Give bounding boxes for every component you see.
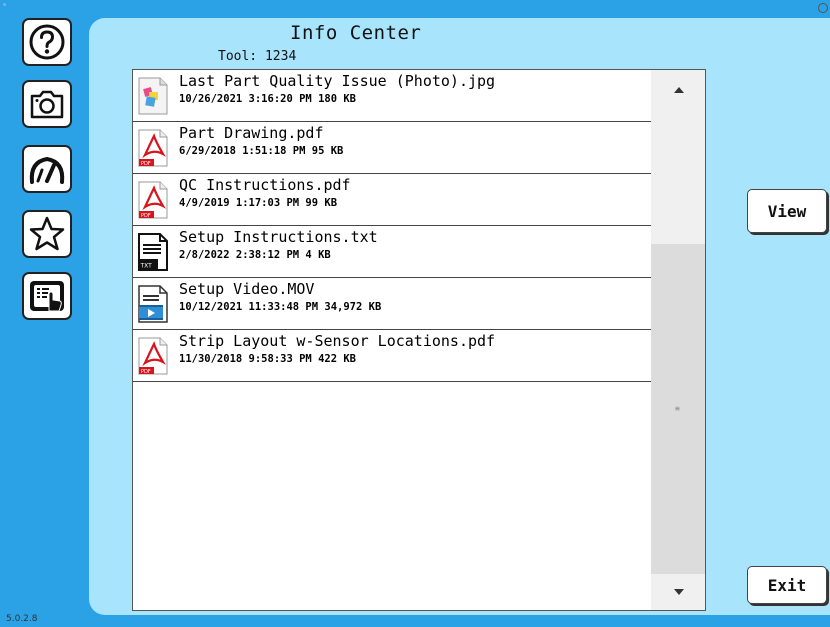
star-icon — [29, 216, 65, 251]
chevron-down-icon — [674, 589, 684, 595]
list-item-setup-instructions[interactable]: TXT Setup Instructions.txt 2/8/2022 2:38… — [133, 226, 651, 278]
gauge-button[interactable] — [22, 145, 72, 193]
svg-text:PDF: PDF — [141, 369, 151, 375]
grip-icon: ≡ — [675, 404, 680, 413]
page-title: Info Center — [290, 22, 422, 44]
image-file-icon — [138, 77, 168, 115]
favorites-button[interactable] — [22, 210, 72, 258]
touch-screen-button[interactable] — [22, 272, 72, 320]
help-button[interactable] — [22, 18, 72, 66]
pdf-file-icon: PDF — [138, 129, 168, 167]
list-item-photo[interactable]: Last Part Quality Issue (Photo).jpg 10/2… — [133, 70, 651, 122]
pdf-file-icon: PDF — [138, 181, 168, 219]
list-item-qc-instructions[interactable]: PDF QC Instructions.pdf 4/9/2019 1:17:03… — [133, 174, 651, 226]
scroll-down-button[interactable] — [651, 574, 705, 610]
svg-text:PDF: PDF — [141, 213, 151, 219]
txt-file-icon: TXT — [138, 233, 168, 271]
tool-label: Tool: 1234 — [218, 49, 297, 64]
version-label: 5.0.2.8 — [6, 614, 38, 624]
file-meta: 10/12/2021 11:33:48 PM 34,972 KB — [179, 301, 382, 313]
file-meta: 11/30/2018 9:58:33 PM 422 KB — [179, 353, 357, 365]
file-name: Strip Layout w-Sensor Locations.pdf — [179, 332, 496, 350]
file-meta: 4/9/2019 1:17:03 PM 99 KB — [179, 197, 338, 209]
camera-button[interactable] — [22, 80, 72, 128]
file-meta: 10/26/2021 3:16:20 PM 180 KB — [179, 93, 357, 105]
svg-text:TXT: TXT — [140, 263, 153, 270]
vertical-scrollbar[interactable]: ≡ — [651, 70, 705, 610]
view-button[interactable]: View — [747, 189, 827, 233]
file-meta: 6/29/2018 1:51:18 PM 95 KB — [179, 145, 344, 157]
touch-screen-icon — [30, 281, 64, 312]
window-corner-control[interactable] — [818, 3, 828, 13]
scrollbar-thumb[interactable]: ≡ — [651, 244, 705, 574]
file-meta: 2/8/2022 2:38:12 PM 4 KB — [179, 249, 331, 261]
list-item-setup-video[interactable]: Setup Video.MOV 10/12/2021 11:33:48 PM 3… — [133, 278, 651, 330]
file-name: Setup Video.MOV — [179, 280, 315, 298]
video-file-icon — [138, 285, 168, 323]
gauge-icon — [29, 156, 65, 184]
file-list: Last Part Quality Issue (Photo).jpg 10/2… — [132, 69, 706, 611]
file-name: Part Drawing.pdf — [179, 124, 324, 142]
chevron-up-icon — [674, 87, 684, 93]
camera-icon — [30, 90, 64, 119]
exit-button[interactable]: Exit — [747, 566, 827, 604]
help-icon — [29, 24, 65, 60]
svg-text:PDF: PDF — [141, 161, 151, 167]
pdf-file-icon: PDF — [138, 337, 168, 375]
file-name: Last Part Quality Issue (Photo).jpg — [179, 72, 496, 90]
file-name: Setup Instructions.txt — [179, 228, 378, 246]
scroll-up-button[interactable] — [651, 70, 705, 110]
file-name: QC Instructions.pdf — [179, 176, 351, 194]
list-item-part-drawing[interactable]: PDF Part Drawing.pdf 6/29/2018 1:51:18 P… — [133, 122, 651, 174]
window-indicator — [3, 3, 6, 6]
list-item-strip-layout[interactable]: PDF Strip Layout w-Sensor Locations.pdf … — [133, 330, 651, 382]
